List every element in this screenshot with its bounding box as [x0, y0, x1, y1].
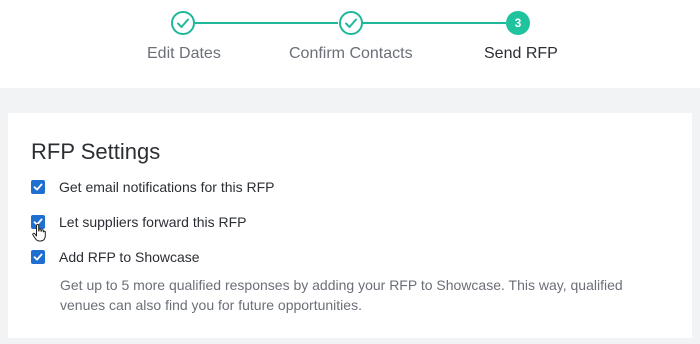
suppliers-forward-option[interactable]: Let suppliers forward this RFP: [31, 214, 247, 230]
checkmark-icon: [33, 253, 43, 261]
step-connector: [362, 22, 506, 24]
email-notifications-option[interactable]: Get email notifications for this RFP: [31, 179, 275, 195]
email-notifications-label[interactable]: Get email notifications for this RFP: [59, 179, 275, 195]
showcase-help-text: Get up to 5 more qualified responses by …: [60, 277, 623, 313]
step-connector: [195, 22, 338, 24]
progress-stepper: 3 Edit Dates Confirm Contacts Send RFP: [0, 0, 700, 88]
step-label-confirm-contacts[interactable]: Confirm Contacts: [289, 45, 413, 63]
step-label-edit-dates[interactable]: Edit Dates: [147, 45, 221, 63]
email-notifications-checkbox[interactable]: [31, 180, 45, 194]
checkmark-icon: [33, 183, 43, 191]
hand-cursor-icon: [32, 224, 46, 242]
step-2-indicator[interactable]: [339, 11, 363, 35]
showcase-label[interactable]: Add RFP to Showcase: [59, 249, 200, 265]
step-3-indicator: 3: [506, 11, 530, 35]
step-label-send-rfp: Send RFP: [484, 45, 558, 62]
showcase-option[interactable]: Add RFP to Showcase: [31, 249, 200, 265]
suppliers-forward-label[interactable]: Let suppliers forward this RFP: [59, 214, 247, 230]
showcase-checkbox[interactable]: [31, 250, 45, 264]
section-title: RFP Settings: [31, 139, 161, 164]
step-number: 3: [514, 16, 522, 30]
check-icon: [177, 18, 189, 28]
check-icon: [345, 18, 357, 28]
step-1-indicator[interactable]: [171, 11, 195, 35]
